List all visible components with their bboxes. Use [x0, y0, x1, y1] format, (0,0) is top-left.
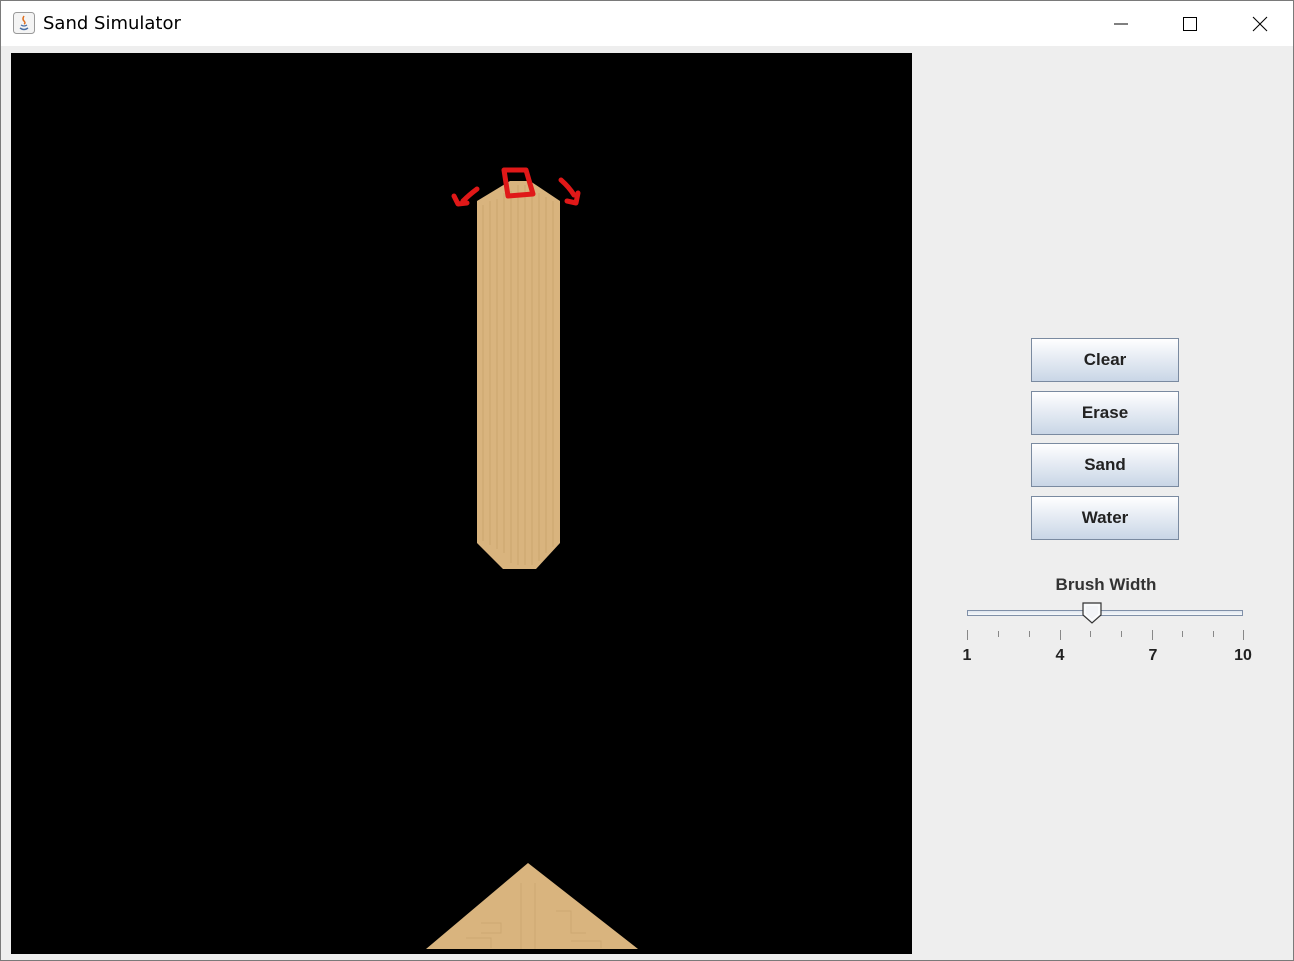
app-window: Sand Simulator Clear Erase Sand Water Br… — [0, 0, 1294, 961]
slider-minor-tick — [1182, 631, 1183, 637]
slider-minor-tick — [1090, 631, 1091, 637]
brush-width-label: Brush Width — [1055, 575, 1157, 594]
slider-minor-tick — [1213, 631, 1214, 637]
sand-button[interactable]: Sand — [1031, 443, 1179, 487]
slider-major-tick — [967, 630, 968, 640]
slider-tick-label: 7 — [1148, 647, 1158, 664]
sand-column — [477, 181, 560, 569]
clear-button[interactable]: Clear — [1031, 338, 1179, 382]
java-app-icon — [13, 12, 35, 34]
slider-major-tick — [1243, 630, 1244, 640]
minimize-button[interactable] — [1086, 1, 1156, 46]
slider-minor-tick — [998, 631, 999, 637]
erase-button[interactable]: Erase — [1031, 391, 1179, 435]
maximize-button[interactable] — [1155, 1, 1225, 46]
brush-width-slider-track[interactable] — [967, 610, 1243, 616]
title-bar[interactable]: Sand Simulator — [1, 1, 1293, 46]
slider-minor-tick — [1029, 631, 1030, 637]
slider-tick-label: 10 — [1234, 647, 1252, 664]
window-title: Sand Simulator — [43, 13, 181, 34]
close-button[interactable] — [1225, 1, 1294, 46]
slider-minor-tick — [1121, 631, 1122, 637]
slider-major-tick — [1152, 630, 1153, 640]
maximize-icon — [1183, 16, 1197, 31]
slider-tick-label: 1 — [962, 647, 972, 664]
simulation-canvas[interactable] — [11, 53, 912, 954]
minimize-icon — [1114, 23, 1128, 24]
brush-width-slider-thumb[interactable] — [1081, 601, 1103, 625]
slider-tick-label: 4 — [1055, 647, 1065, 664]
canvas-background — [11, 53, 912, 954]
water-button[interactable]: Water — [1031, 496, 1179, 540]
close-icon — [1252, 16, 1268, 31]
slider-major-tick — [1060, 630, 1061, 640]
